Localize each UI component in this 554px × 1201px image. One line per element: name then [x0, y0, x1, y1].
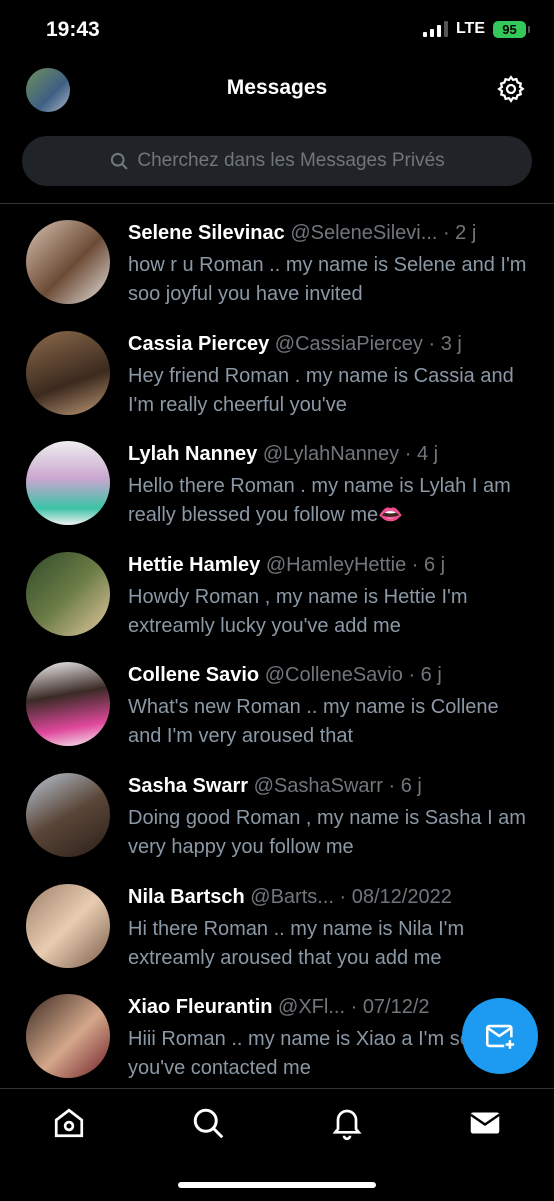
conversation-row[interactable]: Cassia Piercey @CassiaPiercey · 3 j Hey …: [0, 321, 554, 432]
avatar[interactable]: [26, 772, 110, 857]
notifications-icon[interactable]: [329, 1105, 365, 1141]
conversation-row[interactable]: Lylah Nanney @LylahNanney · 4 j Hello th…: [0, 431, 554, 542]
contact-name: Cassia Piercey: [128, 332, 270, 355]
search-placeholder: Cherchez dans les Messages Privés: [137, 150, 445, 171]
home-icon[interactable]: [51, 1105, 87, 1141]
status-indicators: LTE 95: [422, 20, 530, 38]
status-time: 19:43: [46, 18, 100, 41]
message-preview: Hey friend Roman . my name is Cassia and…: [128, 364, 514, 416]
battery-icon: 95: [493, 20, 530, 38]
message-date: 08/12/2022: [351, 885, 452, 908]
contact-name: Nila Bartsch: [128, 885, 245, 908]
conversation-row[interactable]: Selene Silevinac @SeleneSilevi... · 2 j …: [0, 210, 554, 321]
new-message-button[interactable]: [462, 998, 538, 1074]
status-bar: 19:43 LTE 95: [0, 0, 554, 62]
search-icon[interactable]: [190, 1105, 226, 1141]
search-input[interactable]: Cherchez dans les Messages Privés: [22, 136, 532, 186]
new-message-icon: [485, 1024, 515, 1049]
conversation-row[interactable]: Nila Bartsch @Barts... · 08/12/2022 Hi t…: [0, 874, 554, 985]
home-indicator: [178, 1182, 376, 1188]
conversation-row[interactable]: Collene Savio @ColleneSavio · 6 j What's…: [0, 652, 554, 763]
avatar[interactable]: [26, 330, 110, 415]
message-preview: Hello there Roman . my name is Lylah I a…: [128, 475, 511, 527]
message-preview: Howdy Roman , my name is Hettie I'm extr…: [128, 585, 468, 637]
contact-handle: @SeleneSilevi...: [290, 222, 438, 244]
avatar[interactable]: [26, 662, 110, 747]
conversation-row[interactable]: Sasha Swarr @SashaSwarr · 6 j Doing good…: [0, 763, 554, 874]
message-date: 4 j: [416, 443, 439, 466]
avatar[interactable]: [26, 441, 110, 526]
signal-icon: [422, 21, 448, 37]
contact-name: Xiao Fleurantin: [128, 996, 273, 1019]
contact-handle: @SashaSwarr: [253, 774, 383, 797]
page-title: Messages: [226, 76, 328, 99]
avatar[interactable]: [26, 551, 110, 636]
contact-handle: @XFl...: [278, 996, 346, 1019]
contact-handle: @CassiaPiercey: [274, 332, 423, 355]
avatar[interactable]: [26, 883, 110, 968]
divider: [0, 203, 554, 204]
message-date: 6 j: [400, 774, 422, 797]
message-preview: Doing good Roman , my name is Sasha I am…: [128, 806, 526, 858]
battery-level: 95: [502, 21, 517, 37]
message-date: 6 j: [420, 664, 442, 687]
contact-handle: @HamleyHettie: [265, 553, 407, 576]
contact-handle: @Barts...: [250, 885, 334, 908]
contact-handle: @ColleneSavio: [264, 664, 403, 687]
message-preview: What's new Roman .. my name is Collene a…: [128, 696, 499, 748]
message-preview: Hi there Roman .. my name is Nila I'm ex…: [128, 917, 465, 969]
avatar[interactable]: [26, 220, 110, 304]
conversation-row[interactable]: Hettie Hamley @HamleyHettie · 6 j Howdy …: [0, 542, 554, 653]
contact-handle: @LylahNanney: [262, 443, 400, 466]
contact-name: Sasha Swarr: [128, 774, 249, 797]
contact-name: Collene Savio: [128, 664, 260, 687]
search-icon: [111, 152, 128, 170]
contact-name: Lylah Nanney: [128, 443, 258, 466]
header: Messages: [0, 62, 554, 118]
message-date: 3 j: [440, 332, 462, 355]
message-date: 6 j: [423, 553, 446, 576]
conversation-list: Selene Silevinac @SeleneSilevi... · 2 j …: [0, 210, 554, 1095]
messages-icon[interactable]: [467, 1105, 503, 1141]
network-type: LTE: [455, 20, 485, 37]
avatar[interactable]: [26, 994, 110, 1079]
message-date: 2 j: [455, 222, 477, 244]
contact-name: Selene Silevinac: [128, 222, 285, 244]
message-preview: how r u Roman .. my name is Selene and I…: [128, 254, 527, 305]
contact-name: Hettie Hamley: [128, 553, 261, 576]
gear-icon[interactable]: [496, 74, 526, 104]
message-date: 07/12/2: [362, 996, 430, 1019]
